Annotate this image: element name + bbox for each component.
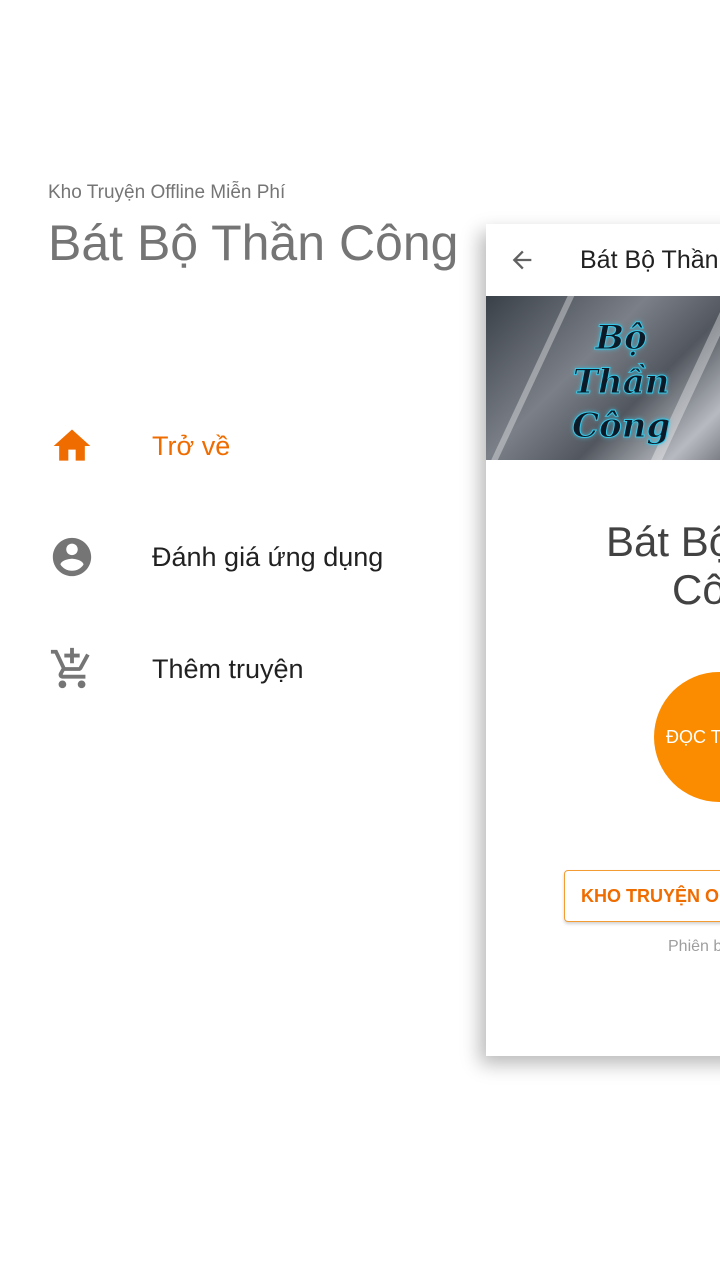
toolbar-title: Bát Bộ Thần <box>580 246 719 274</box>
drawer-title: Bát Bộ Thần Công <box>48 215 459 271</box>
app-screen: Kho Truyện Offline Miễn Phí Bát Bộ Thần … <box>0 0 720 1280</box>
cover-title-art: Bộ Thần Công <box>571 296 671 448</box>
toolbar: Bát Bộ Thần <box>486 224 720 296</box>
version-label: Phiên b <box>668 938 720 955</box>
cover-image: Bộ Thần Công <box>486 296 720 460</box>
cover-word: Thần <box>572 362 670 403</box>
book-title-line2: Cô <box>672 566 720 613</box>
menu-item-back[interactable]: Trở về <box>0 406 470 486</box>
add-shopping-cart-icon <box>48 645 96 693</box>
account-circle-icon <box>48 533 96 581</box>
book-title: Bát Bộ <box>606 518 720 565</box>
drawer-subtitle: Kho Truyện Offline Miễn Phí <box>48 182 286 203</box>
cover-word: Công <box>571 406 671 447</box>
menu-item-label: Đánh giá ứng dụng <box>152 541 384 572</box>
menu-item-label: Trở về <box>152 430 231 461</box>
menu-item-label: Thêm truyện <box>152 653 304 684</box>
main-content-panel[interactable]: Bát Bộ Thần Bộ Thần Công Bát Bộ Cô ĐỌC T… <box>486 224 720 1056</box>
cover-word: Bộ <box>595 318 647 359</box>
cover-streak <box>486 296 579 460</box>
menu-item-rate-app[interactable]: Đánh giá ứng dụng <box>0 517 470 597</box>
read-story-button[interactable]: ĐỌC TI <box>654 672 720 802</box>
story-store-button[interactable]: KHO TRUYỆN OFF <box>564 870 720 922</box>
menu-item-add-story[interactable]: Thêm truyện <box>0 629 470 709</box>
back-arrow-icon[interactable] <box>508 246 536 274</box>
home-icon <box>48 422 96 470</box>
